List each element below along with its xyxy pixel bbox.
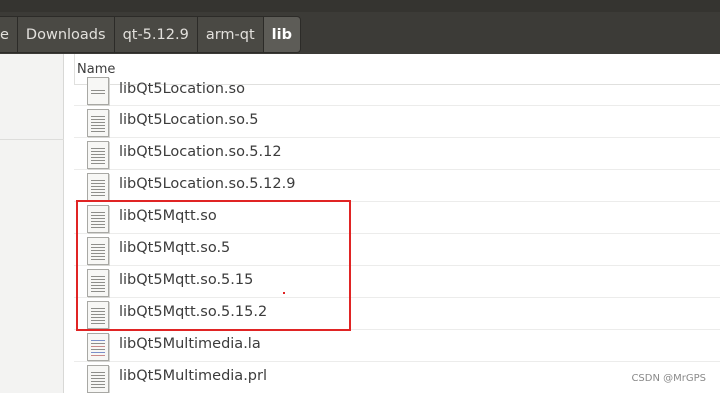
breadcrumb: e Downloads qt-5.12.9 arm-qt lib [0,16,301,53]
file-row[interactable]: libQt5Location.so.5.12.9 [74,170,720,202]
script-file-icon [87,333,109,361]
file-row[interactable]: libQt5Location.so.5 [74,106,720,138]
text-file-icon [87,77,109,105]
sidebar [0,54,64,393]
sidebar-divider [0,139,64,140]
text-file-icon [87,365,109,393]
file-row[interactable]: libQt5Location.so.5.12 [74,138,720,170]
file-name: libQt5Multimedia.la [119,336,261,352]
file-name: libQt5Location.so.5.12.9 [119,176,296,192]
file-row[interactable]: libQt5Multimedia.la [74,330,720,362]
breadcrumb-item-downloads[interactable]: Downloads [16,16,114,53]
text-file-icon [87,109,109,137]
header-bar: e Downloads qt-5.12.9 arm-qt lib [0,0,720,54]
column-header-label: Name [77,62,116,77]
highlight-box [76,200,351,331]
breadcrumb-item-partial[interactable]: e [0,16,17,53]
text-file-icon [87,173,109,201]
file-name: libQt5Location.so.5.12 [119,144,282,160]
breadcrumb-item-qt[interactable]: qt-5.12.9 [113,16,197,53]
annotation-dot [283,292,285,294]
text-file-icon [87,141,109,169]
watermark: CSDN @MrGPS [631,373,706,384]
file-name: libQt5Location.so [119,81,245,97]
title-strip [0,0,720,12]
breadcrumb-item-arm-qt[interactable]: arm-qt [196,16,263,53]
file-name: libQt5Location.so.5 [119,112,259,128]
breadcrumb-item-lib[interactable]: lib [262,16,301,53]
file-name: libQt5Multimedia.prl [119,368,267,384]
file-row[interactable]: libQt5Location.so [74,77,720,106]
file-row[interactable]: libQt5Multimedia.prl [74,362,720,393]
